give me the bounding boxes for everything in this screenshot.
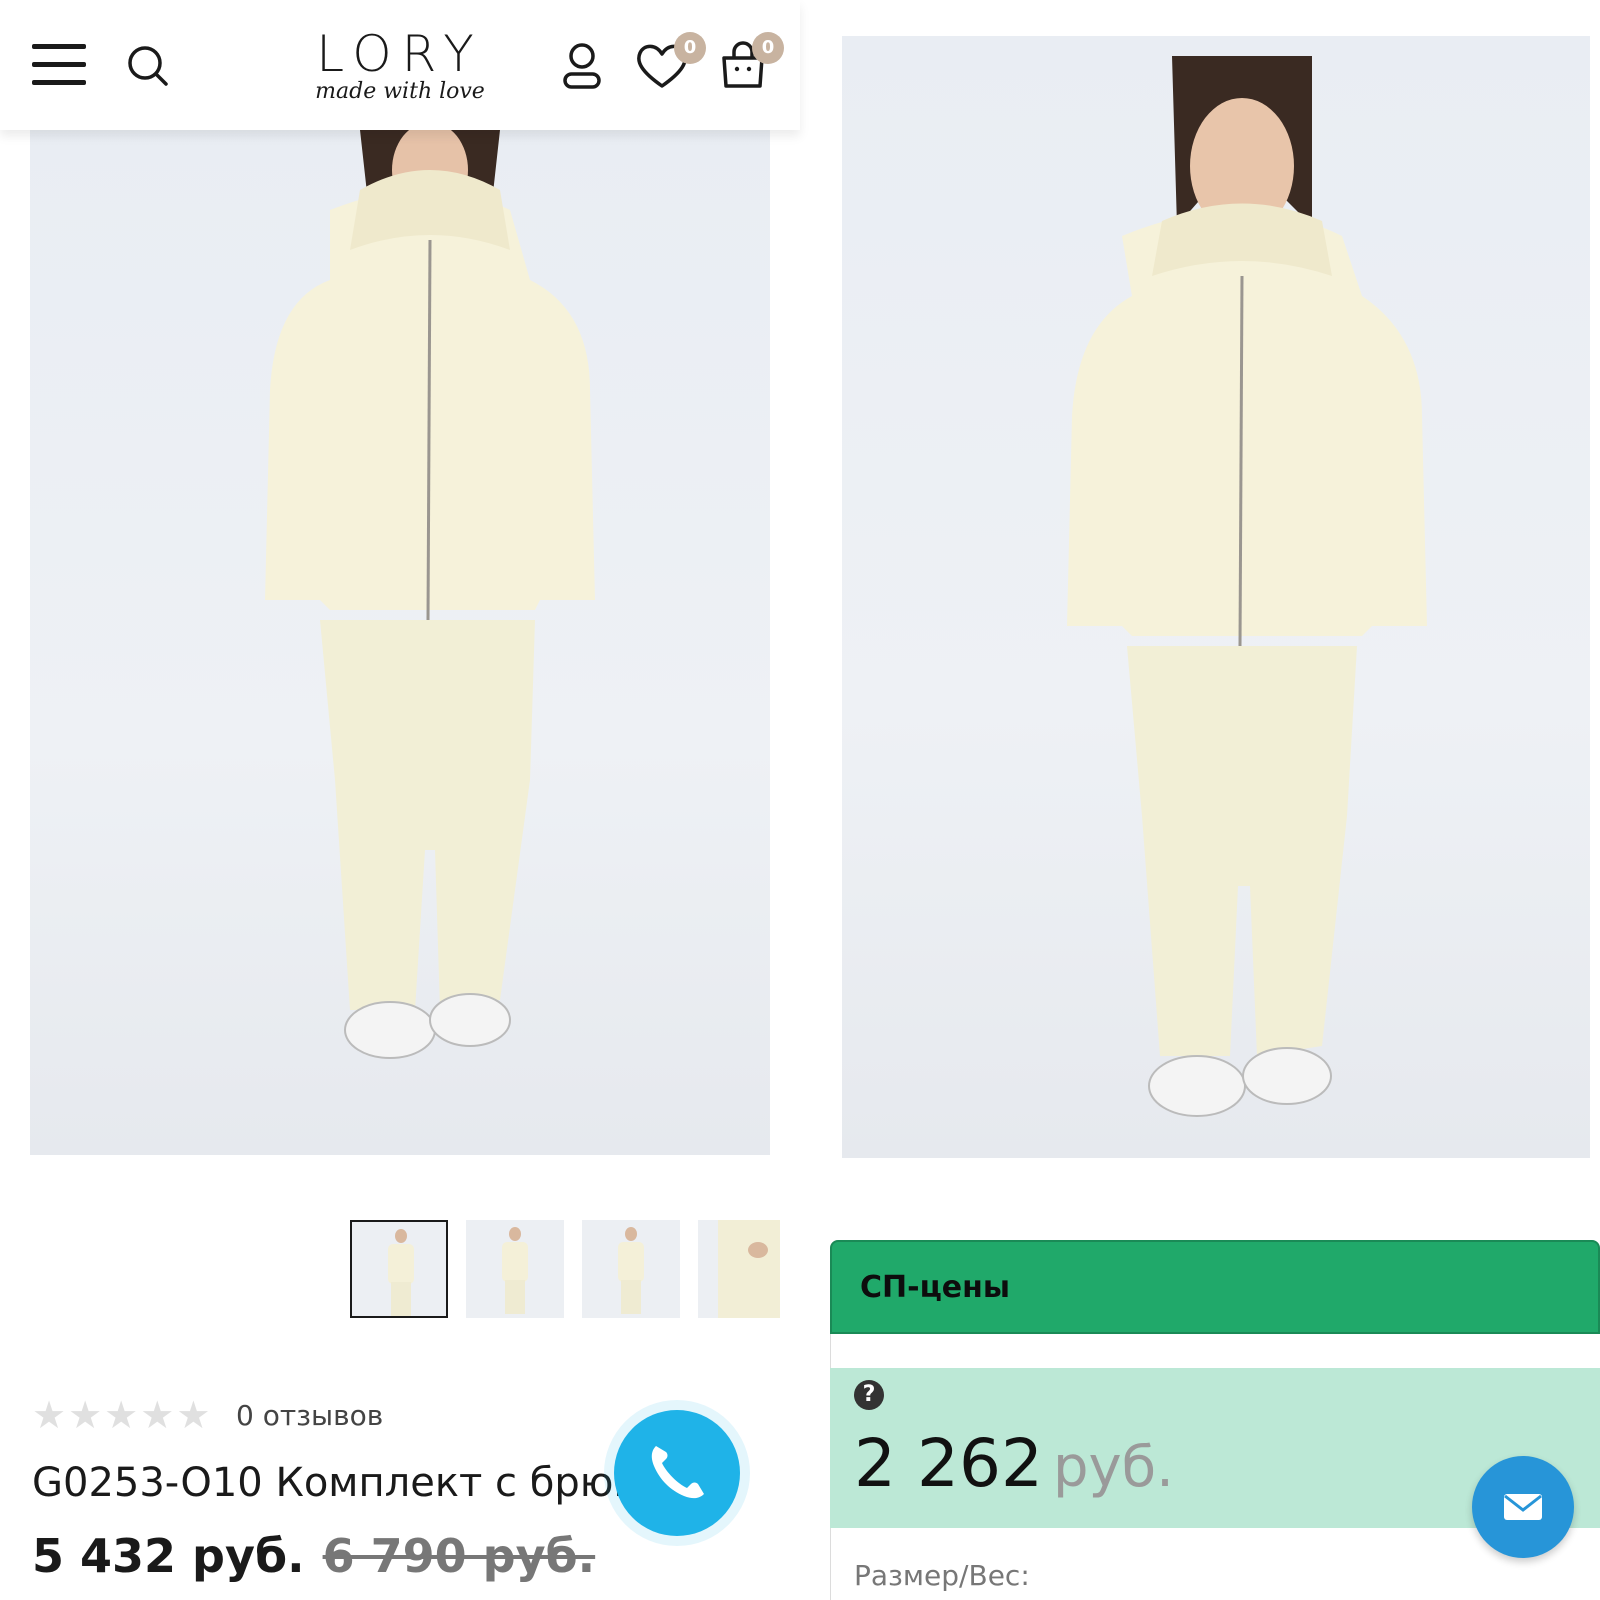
sp-price: 2 262 руб. <box>854 1426 1174 1506</box>
message-button[interactable] <box>1472 1456 1574 1558</box>
star-icon: ★ <box>140 1393 175 1437</box>
product-page-panel: LORY made with love 0 0 ★ ★ ★ ★ ★ 0 отзы… <box>0 0 800 1600</box>
wishlist-count-badge: 0 <box>674 32 706 64</box>
thumbnail-4[interactable] <box>698 1220 780 1318</box>
thumbnail-3[interactable] <box>582 1220 680 1318</box>
product-main-image[interactable] <box>30 130 770 1155</box>
envelope-icon <box>1504 1494 1542 1520</box>
sp-price-value: 2 262 <box>854 1425 1043 1502</box>
phone-icon <box>651 1446 704 1499</box>
sp-price-currency: руб. <box>1052 1435 1174 1500</box>
star-icon: ★ <box>68 1393 103 1437</box>
logo-text: LORY <box>316 25 484 83</box>
cart-count-badge: 0 <box>752 32 784 64</box>
product-large-image[interactable] <box>842 36 1590 1158</box>
thumbnail-1[interactable] <box>350 1220 448 1318</box>
search-icon[interactable] <box>126 44 170 88</box>
site-header: LORY made with love 0 0 <box>0 0 800 130</box>
sp-prices-title: СП-цены <box>860 1270 1011 1305</box>
star-icon: ★ <box>104 1393 139 1437</box>
page: LORY made with love 0 0 ★ ★ ★ ★ ★ 0 отзы… <box>0 0 1600 1600</box>
logo[interactable]: LORY made with love <box>290 26 510 106</box>
wishlist-icon[interactable]: 0 <box>632 32 706 96</box>
account-icon[interactable] <box>552 36 612 96</box>
price-block: 5 432 руб. 6 790 руб. <box>32 1528 595 1584</box>
old-price: 6 790 руб. <box>322 1529 596 1583</box>
reviews-link[interactable]: 0 отзывов <box>236 1398 383 1434</box>
star-icon: ★ <box>32 1393 67 1437</box>
sp-price-panel: СП-цены ? 2 262 руб. Размер/Вес: <box>820 0 1600 1600</box>
thumbnail-2[interactable] <box>466 1220 564 1318</box>
logo-tagline: made with love <box>315 79 485 104</box>
star-icon: ★ <box>176 1393 211 1437</box>
rating-stars[interactable]: ★ ★ ★ ★ ★ <box>32 1395 210 1435</box>
call-button[interactable] <box>614 1410 740 1536</box>
thumbnail-strip <box>350 1220 780 1320</box>
menu-icon[interactable] <box>32 44 86 86</box>
cart-icon[interactable]: 0 <box>716 32 784 96</box>
help-icon[interactable]: ? <box>854 1380 884 1410</box>
sp-prices-header[interactable]: СП-цены <box>830 1240 1600 1334</box>
size-weight-label: Размер/Вес: <box>854 1559 1030 1592</box>
current-price: 5 432 руб. <box>32 1529 305 1583</box>
